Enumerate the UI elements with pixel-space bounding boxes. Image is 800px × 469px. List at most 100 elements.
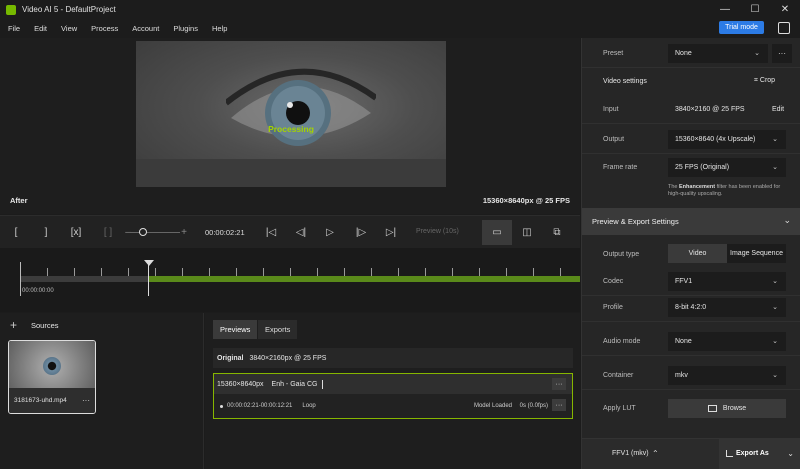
container-value: mkv bbox=[675, 372, 688, 379]
menu-bar: File Edit View Process Account Plugins H… bbox=[0, 19, 800, 38]
trial-mode-button[interactable]: Trial mode bbox=[719, 21, 764, 34]
timeline-start-time: 00:00:00:00 bbox=[22, 288, 54, 294]
eye-image bbox=[226, 68, 376, 146]
job-range: 00:00:02:21-00:00:12:21 bbox=[227, 403, 293, 409]
sources-panel: + Sources 3181673-uhd.mp4 ··· bbox=[0, 313, 204, 469]
job-details: 00:00:02:21-00:00:12:21 Loop bbox=[220, 403, 316, 409]
preview-area: Processing After 15360×8640px @ 25 FPS bbox=[0, 38, 580, 214]
set-range-icon[interactable]: [ ] bbox=[100, 225, 116, 239]
menu-view[interactable]: View bbox=[53, 24, 83, 33]
profile-select[interactable]: 8-bit 4:2:0 ⌄ bbox=[668, 298, 786, 317]
audio-select[interactable]: None ⌄ bbox=[668, 332, 786, 351]
frame-strip bbox=[136, 159, 446, 187]
container-select[interactable]: mkv ⌄ bbox=[668, 366, 786, 385]
container-row: Container mkv ⌄ bbox=[582, 362, 800, 390]
chevron-down-icon: ⌄ bbox=[772, 338, 778, 345]
chevron-down-icon[interactable]: ⌄ bbox=[787, 449, 794, 458]
edit-input-button[interactable]: Edit bbox=[772, 106, 784, 113]
preset-more-button[interactable]: ··· bbox=[772, 44, 792, 63]
chevron-down-icon: ⌄ bbox=[772, 164, 778, 171]
chevron-down-icon: ⌄ bbox=[772, 304, 778, 311]
output-select[interactable]: 15360×8640 (4x Upscale) ⌄ bbox=[668, 130, 786, 149]
timeline-tick bbox=[479, 268, 480, 276]
timeline-tick bbox=[101, 268, 102, 276]
preset-select[interactable]: None ⌄ bbox=[668, 44, 768, 63]
preset-label: Preset bbox=[603, 50, 624, 57]
output-type-video[interactable]: Video bbox=[668, 244, 727, 263]
timeline-tick bbox=[128, 268, 129, 276]
codec-row: Codec FFV1 ⌄ bbox=[582, 268, 800, 296]
output-label: Output bbox=[603, 136, 625, 143]
source-more-button[interactable]: ··· bbox=[82, 396, 90, 405]
add-source-button[interactable]: + bbox=[10, 318, 17, 332]
close-button[interactable]: ✕ bbox=[770, 0, 800, 19]
output-value: 15360×8640 (4x Upscale) bbox=[675, 136, 756, 143]
tab-exports[interactable]: Exports bbox=[258, 320, 298, 339]
export-settings-header[interactable]: Preview & Export Settings ⌄ bbox=[582, 208, 800, 235]
sources-title: Sources bbox=[31, 321, 59, 330]
clear-marks-icon[interactable]: [x] bbox=[68, 225, 84, 239]
panel-toggle-icon[interactable] bbox=[778, 22, 790, 34]
minimize-button[interactable]: — bbox=[710, 0, 740, 19]
chevron-up-icon[interactable]: ⌃ bbox=[652, 449, 659, 458]
timeline-tick bbox=[560, 268, 561, 276]
prev-frame-icon[interactable]: ◁| bbox=[294, 225, 308, 239]
maximize-button[interactable]: ☐ bbox=[740, 0, 770, 19]
input-value: 3840×2160 @ 25 FPS bbox=[675, 106, 745, 113]
enhancement-note: The Enhancement filter has been enabled … bbox=[668, 184, 788, 198]
video-frame[interactable]: Processing bbox=[136, 41, 446, 187]
export-codec-selector[interactable]: FFV1 (mkv) bbox=[612, 450, 649, 457]
framerate-select[interactable]: 25 FPS (Original) ⌄ bbox=[668, 158, 786, 177]
job-more-button[interactable]: ··· bbox=[552, 378, 566, 390]
timeline-start-marker bbox=[20, 262, 21, 296]
timeline[interactable]: 00:00:00:00 bbox=[0, 248, 580, 312]
tab-previews[interactable]: Previews bbox=[213, 320, 258, 339]
codec-label: Codec bbox=[603, 278, 624, 285]
job-actions-button[interactable]: ··· bbox=[552, 399, 566, 411]
output-type-image-sequence[interactable]: Image Sequence bbox=[727, 244, 786, 263]
menu-account[interactable]: Account bbox=[124, 24, 165, 33]
skip-start-icon[interactable]: |◁ bbox=[264, 225, 278, 239]
menu-help[interactable]: Help bbox=[204, 24, 233, 33]
job-status: Model Loaded bbox=[473, 403, 512, 409]
settings-panel: Preset None ⌄ ··· Video settings ⌗ Crop … bbox=[581, 38, 800, 469]
view-single-icon[interactable]: ▭ bbox=[490, 225, 504, 239]
timeline-tick bbox=[344, 268, 345, 276]
job-model: Enh - Gaia CG bbox=[271, 380, 318, 388]
note-pre: The bbox=[668, 184, 680, 190]
zoom-slider-track[interactable] bbox=[130, 232, 180, 233]
crop-button[interactable]: ⌗ Crop bbox=[754, 77, 775, 85]
preview-job-card[interactable]: 15360×8640px Enh - Gaia CG ··· 00:00:02:… bbox=[213, 373, 573, 419]
zoom-in-icon[interactable]: + bbox=[180, 225, 188, 239]
codec-select[interactable]: FFV1 ⌄ bbox=[668, 272, 786, 291]
after-label: After bbox=[10, 196, 28, 205]
menu-process[interactable]: Process bbox=[83, 24, 124, 33]
source-thumbnail[interactable]: 3181673-uhd.mp4 ··· bbox=[8, 340, 96, 414]
skip-end-icon[interactable]: ▷| bbox=[384, 225, 398, 239]
timeline-ticks bbox=[20, 268, 580, 276]
menu-plugins[interactable]: Plugins bbox=[165, 24, 204, 33]
mark-out-icon[interactable]: ] bbox=[40, 225, 52, 239]
output-resolution-label: 15360×8640px @ 25 FPS bbox=[482, 196, 570, 205]
menu-edit[interactable]: Edit bbox=[26, 24, 53, 33]
title-bar: Video AI 5 - DefaultProject — ☐ ✕ bbox=[0, 0, 800, 19]
job-header: 15360×8640px Enh - Gaia CG bbox=[214, 374, 572, 394]
browse-lut-button[interactable]: Browse bbox=[668, 399, 786, 418]
view-split-icon[interactable]: ◫ bbox=[520, 225, 534, 239]
play-icon[interactable]: ▷ bbox=[324, 225, 336, 239]
mark-in-icon[interactable]: [ bbox=[10, 225, 22, 239]
crop-label: Crop bbox=[759, 77, 776, 84]
next-frame-icon[interactable]: |▷ bbox=[354, 225, 368, 239]
profile-row: Profile 8-bit 4:2:0 ⌄ bbox=[582, 294, 800, 322]
job-resolution: 15360×8640px bbox=[217, 380, 264, 388]
preview-duration-dropdown[interactable]: Preview (10s) bbox=[416, 228, 459, 235]
zoom-slider-handle[interactable] bbox=[139, 228, 147, 236]
timeline-tick bbox=[506, 268, 507, 276]
chevron-down-icon: ⌄ bbox=[772, 278, 778, 285]
export-as-button[interactable]: Export As ⌄ bbox=[719, 439, 800, 469]
jobs-panel: Previews Exports Original 3840×2160px @ … bbox=[205, 313, 580, 469]
view-side-by-side-icon[interactable]: ⧉ bbox=[550, 225, 564, 239]
playhead-handle[interactable] bbox=[144, 260, 154, 266]
original-row[interactable]: Original 3840×2160px @ 25 FPS bbox=[213, 348, 573, 368]
menu-file[interactable]: File bbox=[0, 24, 26, 33]
